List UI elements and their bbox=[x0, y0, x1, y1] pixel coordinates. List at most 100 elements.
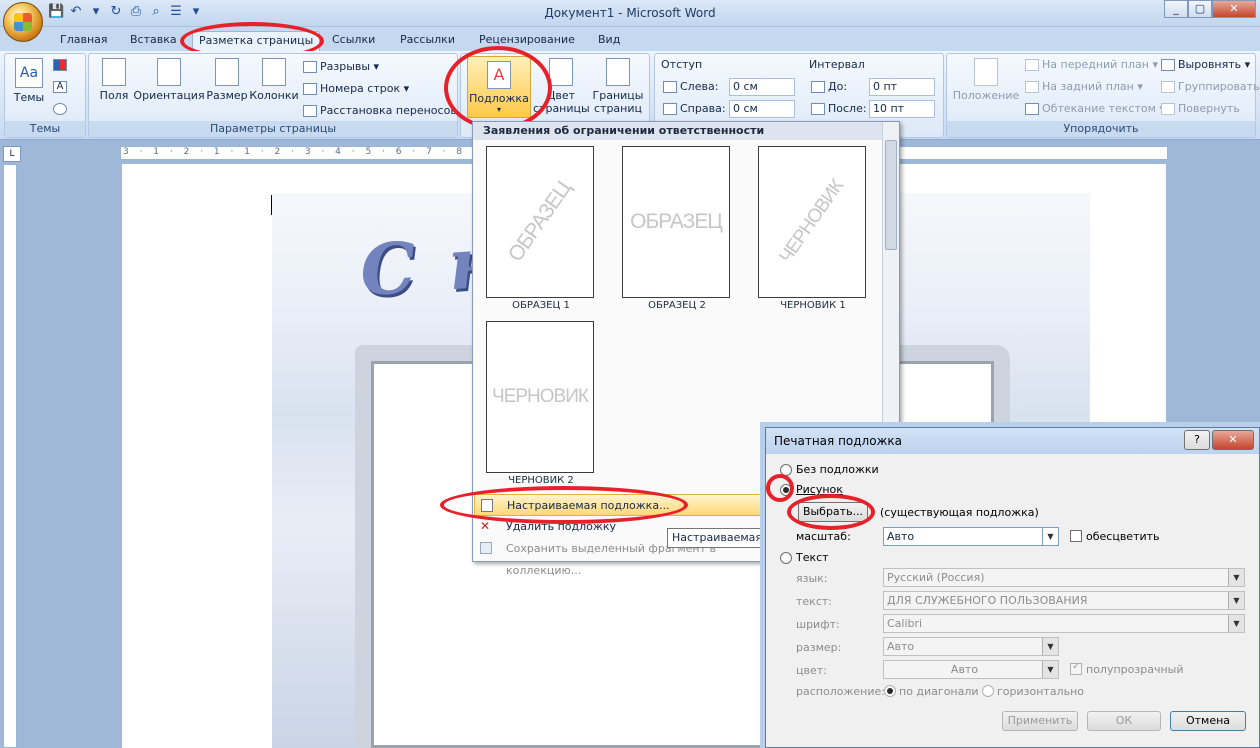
size-select[interactable]: Авто ▼ bbox=[883, 637, 1059, 656]
remove-watermark-icon: ✕ bbox=[480, 519, 491, 533]
indent-right-input[interactable]: 0 см bbox=[729, 100, 795, 118]
office-button[interactable] bbox=[3, 2, 43, 42]
effects-icon bbox=[53, 103, 67, 115]
washout-checkbox[interactable] bbox=[1070, 530, 1082, 542]
tab-references[interactable]: Ссылки bbox=[326, 31, 381, 51]
maximize-button[interactable]: ▢ bbox=[1188, 0, 1212, 18]
columns-icon bbox=[262, 58, 286, 86]
text-watermark-radio[interactable] bbox=[780, 552, 792, 564]
watermark-caption-4: ЧЕРНОВИК 2 bbox=[508, 475, 574, 486]
text-value: ДЛЯ СЛУЖЕБНОГО ПОЛЬЗОВАНИЯ bbox=[887, 594, 1088, 607]
apply-button[interactable]: Применить bbox=[1002, 711, 1078, 731]
redo-icon[interactable]: ↻ bbox=[108, 4, 124, 20]
watermark-chernovik-2[interactable]: ЧЕРНОВИК bbox=[486, 321, 594, 473]
color-dropdown-icon: ▼ bbox=[1042, 661, 1058, 678]
page-borders-button[interactable]: Границы страниц bbox=[589, 58, 647, 115]
indent-left-icon bbox=[663, 81, 677, 93]
minimize-button[interactable]: _ bbox=[1164, 0, 1188, 18]
send-back-button[interactable]: На задний план ▾ bbox=[1025, 80, 1143, 93]
vertical-ruler[interactable] bbox=[3, 164, 17, 748]
watermark-chernovik-1[interactable]: ЧЕРНОВИК bbox=[758, 146, 866, 298]
customize-qat-icon[interactable]: ▾ bbox=[188, 4, 204, 20]
margins-button[interactable]: Поля bbox=[95, 58, 133, 102]
watermark-obrazets-2[interactable]: ОБРАЗЕЦ bbox=[622, 146, 730, 298]
ruler-tab-selector[interactable]: L bbox=[3, 146, 21, 162]
fonts-icon: A bbox=[53, 81, 67, 93]
close-button[interactable]: ✕ bbox=[1212, 0, 1256, 18]
position-button[interactable]: Положение bbox=[951, 58, 1021, 102]
highlight-select-oval bbox=[787, 494, 875, 530]
orientation-icon bbox=[157, 58, 181, 86]
highlight-watermark-oval bbox=[444, 46, 552, 130]
layout-label: расположение: bbox=[796, 685, 885, 698]
save-icon[interactable]: 💾 bbox=[48, 4, 64, 20]
ok-button[interactable]: ОК bbox=[1087, 711, 1161, 731]
columns-label: Колонки bbox=[249, 89, 299, 102]
dropdown-icon[interactable]: ▾ bbox=[88, 4, 104, 20]
themes-icon: Aa bbox=[15, 58, 43, 88]
indent-left-text: Слева: bbox=[680, 80, 719, 93]
rotate-label: Повернуть bbox=[1178, 102, 1240, 115]
watermark-obrazets-1[interactable]: ОБРАЗЕЦ bbox=[486, 146, 594, 298]
orientation-button[interactable]: Ориентация bbox=[133, 58, 205, 102]
align-button[interactable]: Выровнять ▾ bbox=[1161, 58, 1250, 71]
cancel-button[interactable]: Отмена bbox=[1170, 711, 1246, 731]
themes-button[interactable]: Aa Темы bbox=[9, 58, 49, 104]
align-label: Выровнять bbox=[1178, 58, 1242, 71]
line-numbers-button[interactable]: Номера строк ▾ bbox=[303, 82, 409, 95]
tab-view[interactable]: Вид bbox=[592, 31, 626, 51]
breaks-button[interactable]: Разрывы ▾ bbox=[303, 60, 379, 73]
size-label: Размер bbox=[206, 89, 248, 102]
page-borders-icon bbox=[606, 58, 630, 86]
indent-right-label: Справа: bbox=[663, 102, 726, 115]
print-icon[interactable]: ⎙ bbox=[128, 4, 144, 20]
tab-home[interactable]: Главная bbox=[54, 31, 114, 51]
theme-colors-button[interactable] bbox=[53, 58, 70, 71]
size-value: Авто bbox=[887, 640, 915, 653]
language-label: язык: bbox=[796, 572, 828, 585]
washout-label: обесцветить bbox=[1086, 530, 1160, 543]
horizontal-radio[interactable] bbox=[982, 685, 994, 697]
dialog-close-button[interactable]: ✕ bbox=[1212, 430, 1254, 450]
position-label: Положение bbox=[952, 89, 1020, 102]
gallery-header: Заявления об ограничении ответственности bbox=[473, 122, 883, 140]
hyphenation-button[interactable]: Расстановка переносов ▾ bbox=[303, 104, 466, 117]
group-objects-icon bbox=[1161, 81, 1175, 93]
theme-effects-button[interactable] bbox=[53, 102, 70, 115]
indent-left-label: Слева: bbox=[663, 80, 718, 93]
text-wrap-button[interactable]: Обтекание текстом ▾ bbox=[1025, 102, 1165, 115]
line-numbers-label: Номера строк bbox=[320, 82, 401, 95]
theme-fonts-button[interactable]: A bbox=[53, 80, 70, 93]
watermark-preview-text-4: ЧЕРНОВИК bbox=[492, 386, 589, 407]
color-label: цвет: bbox=[796, 664, 827, 677]
tab-mailings[interactable]: Рассылки bbox=[394, 31, 461, 51]
bring-front-button[interactable]: На передний план ▾ bbox=[1025, 58, 1158, 71]
watermark-caption-1: ОБРАЗЕЦ 1 bbox=[512, 300, 570, 311]
language-select[interactable]: Русский (Россия) ▼ bbox=[883, 568, 1245, 587]
scale-select[interactable]: Авто ▼ bbox=[883, 527, 1059, 546]
text-watermark-label: Текст bbox=[796, 551, 829, 564]
columns-button[interactable]: Колонки bbox=[249, 58, 299, 102]
font-select[interactable]: Calibri ▼ bbox=[883, 614, 1245, 633]
diagonal-radio[interactable] bbox=[884, 685, 896, 697]
semitransparent-checkbox[interactable] bbox=[1070, 661, 1082, 675]
spacing-before-input[interactable]: 0 пт bbox=[869, 78, 935, 96]
text-select[interactable]: ДЛЯ СЛУЖЕБНОГО ПОЛЬЗОВАНИЯ ▼ bbox=[883, 591, 1245, 610]
text-label: текст: bbox=[796, 595, 832, 608]
color-select[interactable]: Авто ▼ bbox=[883, 660, 1059, 679]
rotate-button[interactable]: Повернуть bbox=[1161, 102, 1240, 115]
breaks-label: Разрывы bbox=[320, 60, 371, 73]
group-arrange: Положение На передний план ▾ На задний п… bbox=[946, 53, 1260, 138]
format-icon[interactable]: ☰ bbox=[168, 4, 184, 20]
size-button[interactable]: Размер bbox=[205, 58, 249, 102]
page-borders-label-2: страниц bbox=[593, 102, 642, 115]
dialog-help-button[interactable]: ? bbox=[1184, 430, 1210, 450]
size-label: размер: bbox=[796, 641, 842, 654]
preview-icon[interactable]: ⌕ bbox=[148, 4, 164, 20]
spacing-after-input[interactable]: 10 пт bbox=[869, 100, 935, 118]
tab-insert[interactable]: Вставка bbox=[124, 31, 183, 51]
undo-icon[interactable]: ↶ bbox=[68, 4, 84, 20]
group-objects-button[interactable]: Группировать bbox=[1161, 80, 1260, 93]
spacing-before-label: До: bbox=[811, 80, 847, 93]
indent-left-input[interactable]: 0 см bbox=[729, 78, 795, 96]
